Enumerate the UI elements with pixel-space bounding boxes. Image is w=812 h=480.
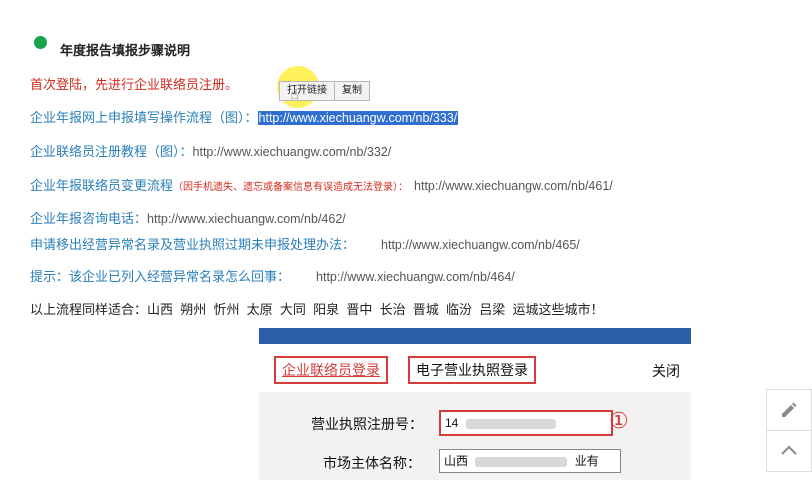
page-heading: 年度报告填报步骤说明 [60,43,191,58]
entity-name-prefix: 山西 [444,454,469,468]
open-link-button[interactable]: 打开链接 [280,82,334,100]
entity-name-suffix: 业有 [574,454,599,468]
tab-license-login[interactable]: 电子营业执照登录 [408,356,536,384]
item-label: 企业年报网上申报填写操作流程（图）： [30,110,258,125]
pencil-icon [782,402,797,417]
list-item: 企业联络员注册教程（图）：http://www.xiechuangw.com/n… [30,141,391,161]
entity-name-label: 市场主体名称： [323,455,421,471]
item-label: 申请移出经营异常名录及营业执照过期未申报处理办法： [30,237,356,252]
first-login-notice: 首次登陆，先进行企业联络员注册。 [30,77,239,92]
item-label: 企业年报咨询电话： [30,211,148,226]
list-item: 企业年报联络员变更流程（因手机遗失、遗忘或备案信息有误造成无法登录）： http:… [30,175,613,195]
back-to-top-button[interactable] [766,430,812,472]
copy-button[interactable]: 复制 [334,82,369,100]
tab-liaison-login[interactable]: 企业联络员登录 [274,356,388,384]
hand-cursor-icon: ☝ [290,86,299,102]
close-button[interactable]: 关闭 [652,361,680,381]
reg-no-field[interactable]: 14 [439,410,613,436]
list-item: 企业年报咨询电话：http://www.xiechuangw.com/nb/46… [30,208,346,228]
item-label: 企业年报联络员变更流程 [30,178,174,193]
list-item: 提示：该企业已列入经营异常名录怎么回事： http://www.xiechuang… [30,266,515,286]
panel-header-bar [259,328,691,344]
item-label: 企业联络员注册教程（图）： [30,144,193,159]
reg-no-value: 14 [445,416,459,430]
login-screenshot: 企业联络员登录 电子营业执照登录 关闭 营业执照注册号： 14 ① 市场主体名称… [259,328,691,480]
chevron-up-icon [781,445,797,455]
step-marker: ① [609,408,629,433]
edit-button[interactable] [766,389,812,431]
item-label: 提示：该企业已列入经营异常名录怎么回事： [30,269,291,284]
item-link[interactable]: http://www.xiechuangw.com/nb/461/ [414,179,613,193]
item-link[interactable]: http://www.xiechuangw.com/nb/332/ [193,145,392,159]
blurred-text [465,418,556,429]
blurred-text [475,456,568,467]
item-link[interactable]: http://www.xiechuangw.com/nb/464/ [316,270,515,284]
item-link[interactable]: http://www.xiechuangw.com/nb/333/ [257,111,459,125]
item-link[interactable]: http://www.xiechuangw.com/nb/465/ [381,238,580,252]
list-item: 企业年报网上申报填写操作流程（图）：http://www.xiechuangw.… [30,107,459,127]
green-bullet-icon [34,36,47,49]
entity-name-field[interactable]: 山西 业有 [439,449,621,473]
item-note: （因手机遗失、遗忘或备案信息有误造成无法登录）： [173,182,409,193]
item-link[interactable]: http://www.xiechuangw.com/nb/462/ [147,212,346,226]
list-item: 申请移出经营异常名录及营业执照过期未申报处理办法： http://www.xiec… [30,234,580,254]
cities-note: 以上流程同样适合：山西 朔州 忻州 太原 大同 阳泉 晋中 长治 晋城 临汾 吕… [30,302,604,317]
reg-no-label: 营业执照注册号： [311,416,423,432]
